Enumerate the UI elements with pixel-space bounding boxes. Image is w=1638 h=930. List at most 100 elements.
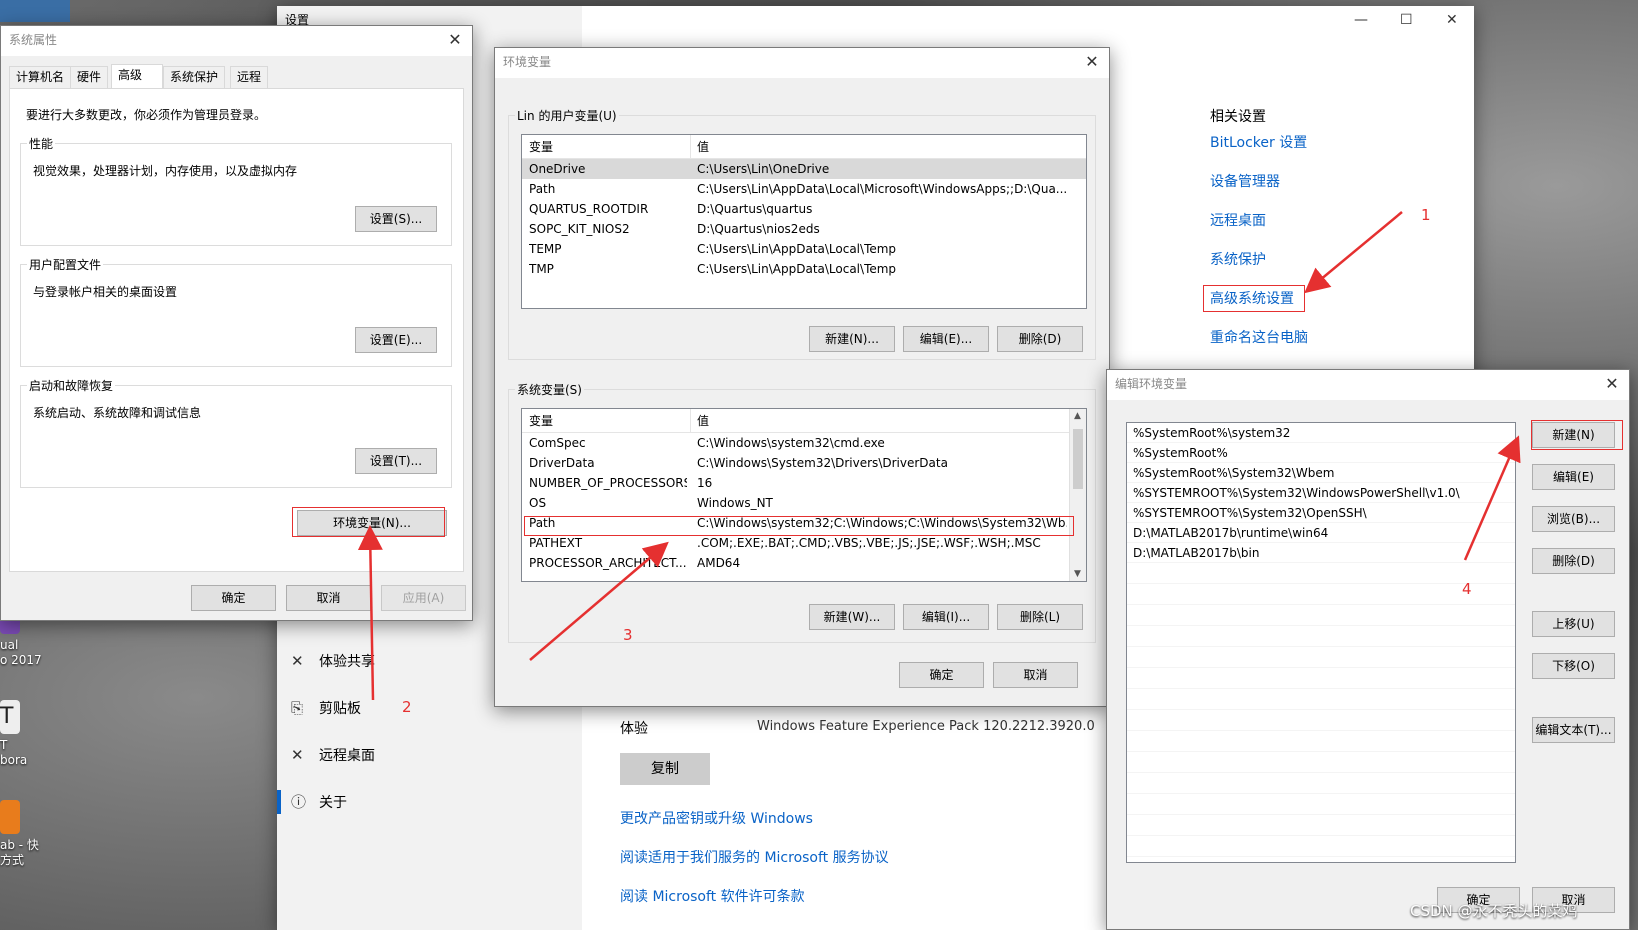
table-row[interactable]: OneDrive C:\Users\Lin\OneDrive bbox=[522, 159, 1086, 179]
link-bitlocker[interactable]: BitLocker 设置 bbox=[1210, 132, 1307, 152]
link-system-protection[interactable]: 系统保护 bbox=[1210, 249, 1266, 269]
sidebar-item-about[interactable]: ⓘ 关于 bbox=[291, 790, 347, 814]
column-header-variable[interactable]: 变量 bbox=[529, 135, 553, 159]
list-item[interactable]: %SystemRoot%\System32\Wbem bbox=[1127, 463, 1515, 483]
tab-remote[interactable]: 远程 bbox=[230, 66, 269, 88]
close-icon[interactable]: ✕ bbox=[1603, 370, 1621, 398]
scrollbar-thumb[interactable] bbox=[1073, 429, 1083, 489]
tab-advanced[interactable]: 高级 bbox=[111, 64, 163, 88]
desktop-icon-typora[interactable]: T T bora bbox=[0, 700, 58, 768]
path-list[interactable]: %SystemRoot%\system32 %SystemRoot% %System… bbox=[1126, 422, 1516, 863]
path-edit-button[interactable]: 编辑(E) bbox=[1532, 464, 1615, 490]
table-row[interactable]: Path C:\Users\Lin\AppData\Local\Microsoft… bbox=[522, 179, 1086, 199]
dialog-title: 系统属性 ✕ bbox=[1, 26, 472, 56]
table-row[interactable]: SOPC_KIT_NIOS2 D:\Quartus\nios2eds bbox=[522, 219, 1086, 239]
user-delete-button[interactable]: 删除(D) bbox=[997, 326, 1083, 352]
list-item[interactable]: D:\MATLAB2017b\bin bbox=[1127, 543, 1515, 563]
list-item[interactable]: %SystemRoot% bbox=[1127, 443, 1515, 463]
dialog-title-text: 编辑环境变量 bbox=[1115, 377, 1188, 391]
list-item[interactable]: D:\MATLAB2017b\runtime\win64 bbox=[1127, 523, 1515, 543]
close-icon[interactable]: ✕ bbox=[1446, 12, 1458, 28]
sidebar-item-label: 剪贴板 bbox=[319, 701, 361, 717]
system-variables-table[interactable]: 变量 值 ComSpec C:\Windows\system32\cmd.exe D… bbox=[521, 408, 1087, 582]
variable-value: C:\Users\Lin\OneDrive bbox=[697, 162, 830, 176]
table-row[interactable]: TMP C:\Users\Lin\AppData\Local\Temp bbox=[522, 259, 1086, 279]
dialog-body: 计算机名 硬件 高级 系统保护 远程 要进行大多数更改，你必须作为管理员登录。 … bbox=[1, 56, 472, 620]
maximize-icon[interactable]: ☐ bbox=[1400, 12, 1413, 28]
apply-button[interactable]: 应用(A) bbox=[381, 585, 466, 611]
variable-value: Windows_NT bbox=[697, 496, 773, 510]
table-row[interactable]: OS Windows_NT bbox=[522, 493, 1086, 513]
scrollbar[interactable]: ▲ ▼ bbox=[1069, 409, 1086, 581]
link-rename-pc[interactable]: 重命名这台电脑 bbox=[1210, 327, 1308, 347]
admin-note: 要进行大多数更改，你必须作为管理员登录。 bbox=[26, 108, 267, 122]
variable-name: SOPC_KIT_NIOS2 bbox=[529, 222, 630, 236]
sidebar-item-label: 关于 bbox=[319, 795, 347, 811]
startup-recovery-group: 启动和故障恢复 系统启动、系统故障和调试信息 设置(T)... bbox=[20, 377, 452, 488]
tab-strip: 计算机名 硬件 高级 系统保护 远程 bbox=[9, 64, 469, 90]
minimize-icon[interactable]: — bbox=[1354, 12, 1368, 28]
tab-system-protection[interactable]: 系统保护 bbox=[163, 66, 226, 88]
system-new-button[interactable]: 新建(W)... bbox=[809, 604, 895, 630]
performance-settings-button[interactable]: 设置(S)... bbox=[355, 206, 437, 232]
user-new-button[interactable]: 新建(N)... bbox=[809, 326, 895, 352]
user-variables-table[interactable]: 变量 值 OneDrive C:\Users\Lin\OneDrive Path C:… bbox=[521, 134, 1087, 309]
variable-value: .COM;.EXE;.BAT;.CMD;.VBS;.VBE;.JS;.JSE;.… bbox=[697, 536, 1041, 550]
column-header-value[interactable]: 值 bbox=[697, 409, 709, 433]
link-device-manager[interactable]: 设备管理器 bbox=[1210, 171, 1280, 191]
group-title: 启动和故障恢复 bbox=[27, 377, 116, 394]
table-row[interactable]: PROCESSOR_ARCHITECT... AMD64 bbox=[522, 553, 1086, 573]
link-service-agreement[interactable]: 阅读适用于我们服务的 Microsoft 服务协议 bbox=[620, 847, 889, 867]
desktop-icon-label: ual o 2017 bbox=[0, 638, 42, 667]
list-item[interactable]: %SystemRoot%\system32 bbox=[1127, 423, 1515, 443]
move-down-button[interactable]: 下移(O) bbox=[1532, 653, 1615, 679]
sidebar-item-shared-experiences[interactable]: ✕ 体验共享 bbox=[291, 649, 375, 673]
link-license-terms[interactable]: 阅读 Microsoft 软件许可条款 bbox=[620, 886, 805, 906]
info-icon: ⓘ bbox=[291, 793, 307, 811]
sidebar-item-remote-desktop[interactable]: ✕ 远程桌面 bbox=[291, 743, 375, 767]
table-row[interactable]: PATHEXT .COM;.EXE;.BAT;.CMD;.VBS;.VBE;.JS… bbox=[522, 533, 1086, 553]
matlab-icon bbox=[0, 800, 20, 834]
scroll-up-icon[interactable]: ▲ bbox=[1074, 411, 1081, 421]
tab-computer-name[interactable]: 计算机名 bbox=[9, 66, 72, 88]
table-row[interactable]: DriverData C:\Windows\System32\Drivers\Dr… bbox=[522, 453, 1086, 473]
ok-button[interactable]: 确定 bbox=[899, 662, 984, 688]
list-item[interactable]: %SYSTEMROOT%\System32\OpenSSH\ bbox=[1127, 503, 1515, 523]
column-header-variable[interactable]: 变量 bbox=[529, 409, 553, 433]
user-profiles-settings-button[interactable]: 设置(E)... bbox=[355, 327, 437, 353]
user-variables-group: Lin 的用户变量(U) 变量 值 OneDrive C:\Users\Lin\O… bbox=[508, 107, 1096, 360]
scroll-down-icon[interactable]: ▼ bbox=[1074, 569, 1081, 579]
edit-text-button[interactable]: 编辑文本(T)... bbox=[1532, 717, 1615, 743]
table-row[interactable]: TEMP C:\Users\Lin\AppData\Local\Temp bbox=[522, 239, 1086, 259]
experience-label: 体验 bbox=[620, 721, 648, 737]
close-icon[interactable]: ✕ bbox=[446, 26, 464, 54]
close-icon[interactable]: ✕ bbox=[1083, 48, 1101, 76]
path-browse-button[interactable]: 浏览(B)... bbox=[1532, 506, 1615, 532]
remote-desktop-icon: ✕ bbox=[291, 746, 304, 764]
system-edit-button[interactable]: 编辑(I)... bbox=[903, 604, 989, 630]
path-delete-button[interactable]: 删除(D) bbox=[1532, 548, 1615, 574]
taskbar-icon-strip bbox=[0, 0, 70, 22]
desktop-icon-matlab[interactable]: ab - 快 方式 bbox=[0, 800, 58, 868]
column-header-value[interactable]: 值 bbox=[697, 135, 709, 159]
list-item[interactable]: %SYSTEMROOT%\System32\WindowsPowerShell\… bbox=[1127, 483, 1515, 503]
dialog-title: 环境变量 ✕ bbox=[495, 48, 1109, 78]
link-remote-desktop[interactable]: 远程桌面 bbox=[1210, 210, 1266, 230]
system-delete-button[interactable]: 删除(L) bbox=[997, 604, 1083, 630]
startup-recovery-settings-button[interactable]: 设置(T)... bbox=[355, 448, 437, 474]
table-row[interactable]: NUMBER_OF_PROCESSORS 16 bbox=[522, 473, 1086, 493]
move-up-button[interactable]: 上移(U) bbox=[1532, 611, 1615, 637]
tab-hardware[interactable]: 硬件 bbox=[70, 66, 109, 88]
sidebar-item-clipboard[interactable]: ⎘ 剪贴板 bbox=[291, 696, 361, 720]
group-description: 与登录帐户相关的桌面设置 bbox=[33, 285, 178, 299]
table-row[interactable]: QUARTUS_ROOTDIR D:\Quartus\quartus bbox=[522, 199, 1086, 219]
group-description: 视觉效果，处理器计划，内存使用，以及虚拟内存 bbox=[33, 164, 298, 178]
link-change-product-key[interactable]: 更改产品密钥或升级 Windows bbox=[620, 808, 813, 828]
cancel-button[interactable]: 取消 bbox=[286, 585, 371, 611]
ok-button[interactable]: 确定 bbox=[191, 585, 276, 611]
user-edit-button[interactable]: 编辑(E)... bbox=[903, 326, 989, 352]
table-row[interactable]: ComSpec C:\Windows\system32\cmd.exe bbox=[522, 433, 1086, 453]
group-title: 用户配置文件 bbox=[27, 256, 104, 273]
copy-button[interactable]: 复制 bbox=[620, 753, 710, 785]
cancel-button[interactable]: 取消 bbox=[993, 662, 1078, 688]
